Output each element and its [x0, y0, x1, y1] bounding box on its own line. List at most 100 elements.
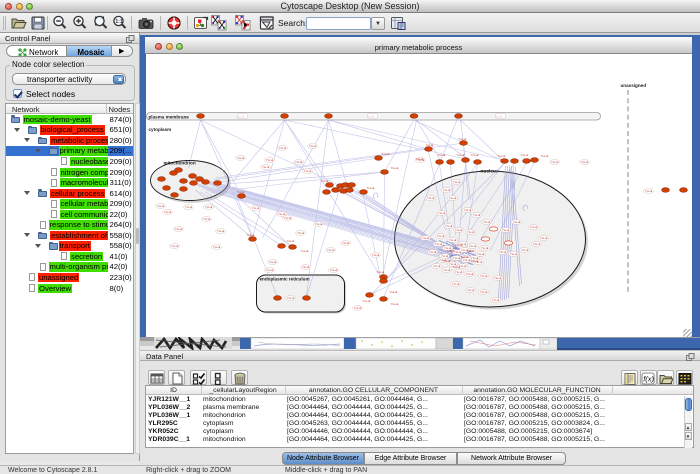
svg-text:unassigned: unassigned — [620, 83, 646, 88]
svg-text:Yxx-al: Yxx-al — [205, 205, 213, 209]
svg-text:(---): (---) — [496, 114, 501, 118]
svg-text:Yxx-al: Yxx-al — [470, 153, 478, 157]
svg-text:Yxx-al: Yxx-al — [437, 234, 445, 238]
svg-text:Yxx-al: Yxx-al — [520, 153, 528, 157]
svg-text:Yxx-al: Yxx-al — [295, 160, 303, 164]
svg-text:Yxx-al: Yxx-al — [502, 228, 510, 232]
svg-text:Yxx-al: Yxx-al — [510, 252, 518, 256]
svg-text:Yxx-al: Yxx-al — [449, 196, 457, 200]
svg-text:Yxx-al: Yxx-al — [366, 186, 374, 190]
svg-text:Yxx-al: Yxx-al — [466, 272, 474, 276]
svg-text:Yxx-al: Yxx-al — [362, 299, 370, 303]
svg-text:Yxx-al: Yxx-al — [302, 265, 310, 269]
svg-text:Yxx-al: Yxx-al — [266, 158, 274, 162]
svg-text:Yxx-al: Yxx-al — [513, 220, 521, 224]
svg-text:Yxx-al: Yxx-al — [217, 229, 225, 233]
svg-text:Yxx-al: Yxx-al — [497, 154, 505, 158]
svg-text:(---): (---) — [238, 114, 243, 118]
svg-text:Yxx-al: Yxx-al — [327, 248, 335, 252]
svg-text:endoplasmic reticulum: endoplasmic reticulum — [259, 277, 309, 282]
svg-text:Yxx-al: Yxx-al — [300, 249, 308, 253]
svg-text:Yxx-al: Yxx-al — [480, 274, 488, 278]
svg-text:Yxx-al: Yxx-al — [269, 260, 277, 264]
svg-text:Yxx-al: Yxx-al — [157, 204, 165, 208]
svg-text:Yxx-al: Yxx-al — [443, 188, 451, 192]
svg-text:Yxx-al: Yxx-al — [203, 217, 211, 221]
svg-text:Yxx-al: Yxx-al — [278, 212, 286, 216]
svg-text:Yxx-al: Yxx-al — [452, 265, 460, 269]
svg-text:Yxx-al: Yxx-al — [320, 179, 328, 183]
svg-text:Yxx-al: Yxx-al — [453, 256, 461, 260]
svg-text:Yxx-al: Yxx-al — [435, 242, 443, 246]
svg-text:Yxx-al: Yxx-al — [354, 306, 362, 310]
svg-text:Yxx-al: Yxx-al — [455, 270, 463, 274]
svg-text:Yxx-al: Yxx-al — [309, 144, 317, 148]
svg-text:Yxx-al: Yxx-al — [452, 282, 460, 286]
svg-text:Yxx-al: Yxx-al — [445, 224, 453, 228]
svg-text:Yxx-al: Yxx-al — [390, 166, 398, 170]
svg-text:Yxx-al: Yxx-al — [389, 290, 397, 294]
svg-text:Yxx-al: Yxx-al — [449, 238, 457, 242]
svg-text:Yxx-al: Yxx-al — [175, 227, 183, 231]
svg-text:Yxx-al: Yxx-al — [415, 157, 423, 161]
svg-text:Yxx-al: Yxx-al — [286, 239, 294, 243]
svg-text:cytoplasm: cytoplasm — [148, 127, 171, 132]
svg-text:Yxx-al: Yxx-al — [330, 268, 338, 272]
svg-text:Yxx-al: Yxx-al — [540, 154, 548, 158]
svg-text:Yxx-al: Yxx-al — [499, 250, 507, 254]
svg-text:Yxx-al: Yxx-al — [581, 160, 589, 164]
svg-text:Yxx-al: Yxx-al — [297, 231, 305, 235]
svg-text:Yxx-al: Yxx-al — [442, 259, 450, 263]
svg-text:Yxx-al: Yxx-al — [381, 152, 389, 156]
svg-text:Yxx-al: Yxx-al — [446, 249, 454, 253]
svg-text:Yxx-al: Yxx-al — [433, 264, 441, 268]
svg-text:Yxx-al: Yxx-al — [185, 205, 193, 209]
svg-text:Yxx-al: Yxx-al — [473, 213, 481, 217]
svg-text:Yxx-al: Yxx-al — [279, 146, 287, 150]
svg-text:Yxx-al: Yxx-al — [284, 216, 292, 220]
svg-text:Yxx-al: Yxx-al — [372, 253, 380, 257]
svg-text:Yxx-al: Yxx-al — [467, 230, 475, 234]
svg-text:Yxx-al: Yxx-al — [171, 244, 179, 248]
svg-text:Yxx-al: Yxx-al — [521, 248, 529, 252]
svg-text:Yxx-al: Yxx-al — [437, 153, 445, 157]
svg-text:Yxx-al: Yxx-al — [467, 288, 475, 292]
svg-text:Yxx-al: Yxx-al — [342, 241, 350, 245]
svg-text:Yxx-al: Yxx-al — [422, 236, 430, 240]
svg-text:Yxx-al: Yxx-al — [481, 246, 489, 250]
svg-text:Yxx-al: Yxx-al — [464, 208, 472, 212]
svg-text:Yxx-al: Yxx-al — [466, 249, 474, 253]
svg-text:Yxx-al: Yxx-al — [470, 259, 478, 263]
svg-text:Yxx-al: Yxx-al — [455, 228, 463, 232]
svg-text:1:1: 1:1 — [115, 19, 122, 25]
svg-text:Yxx-al: Yxx-al — [483, 220, 491, 224]
svg-text:Yxx-al: Yxx-al — [480, 290, 488, 294]
svg-text:Yxx-al: Yxx-al — [453, 180, 461, 184]
svg-text:Yxx-al: Yxx-al — [540, 236, 548, 240]
svg-text:Yxx-al: Yxx-al — [645, 189, 653, 193]
svg-text:mitochondrion: mitochondrion — [163, 161, 195, 166]
svg-text:Yxx-al: Yxx-al — [164, 210, 172, 214]
svg-text:Yxx-al: Yxx-al — [454, 243, 462, 247]
svg-text:Yxx-al: Yxx-al — [287, 296, 295, 300]
svg-text:Yxx-al: Yxx-al — [460, 255, 468, 259]
svg-text:Yxx-al: Yxx-al — [390, 302, 398, 306]
svg-text:Yxx-al: Yxx-al — [494, 276, 502, 280]
svg-text:Yxx-al: Yxx-al — [376, 270, 384, 274]
svg-text:Yxx-al: Yxx-al — [427, 196, 435, 200]
svg-text:Yxx-al: Yxx-al — [266, 268, 274, 272]
svg-text:Yxx-al: Yxx-al — [469, 244, 477, 248]
svg-text:plasma membrane: plasma membrane — [148, 114, 189, 119]
svg-text:Yxx-al: Yxx-al — [315, 222, 323, 226]
svg-text:Yxx-al: Yxx-al — [213, 245, 221, 249]
svg-text:Yxx-al: Yxx-al — [492, 298, 500, 302]
svg-text:(---): (---) — [368, 114, 373, 118]
svg-text:Yxx-al: Yxx-al — [438, 211, 446, 215]
svg-text:Yxx-al: Yxx-al — [477, 252, 485, 256]
svg-text:Yxx-al: Yxx-al — [429, 250, 437, 254]
svg-text:Yxx-al: Yxx-al — [304, 169, 312, 173]
svg-text:Yxx-al: Yxx-al — [237, 156, 245, 160]
svg-text:Yxx-al: Yxx-al — [443, 268, 451, 272]
svg-text:f(x): f(x) — [643, 374, 654, 383]
svg-text:Yxx-al: Yxx-al — [551, 160, 559, 164]
